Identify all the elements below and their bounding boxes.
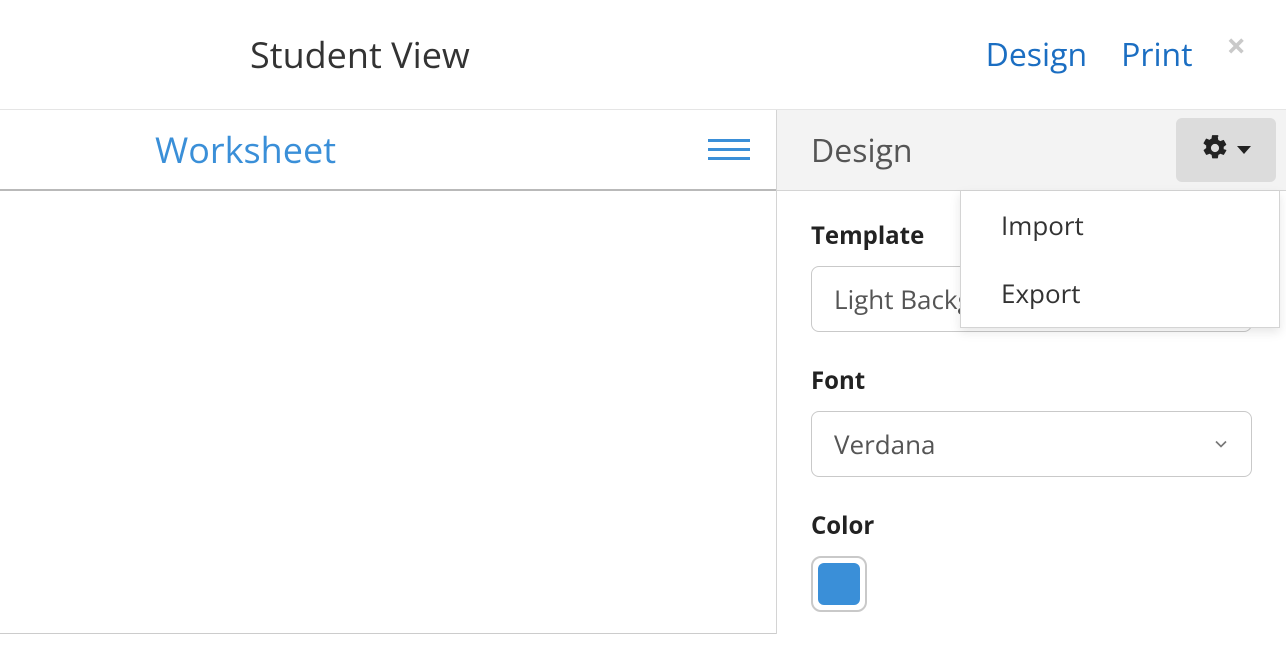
- close-icon[interactable]: ×: [1227, 28, 1246, 62]
- color-field: Color: [811, 509, 1252, 612]
- font-select[interactable]: Verdana: [811, 411, 1252, 477]
- design-panel: Design Import Export Template Light Back…: [776, 110, 1286, 634]
- panel-header: Design: [777, 110, 1286, 191]
- page-title: Student View: [250, 30, 470, 79]
- left-pane: Worksheet: [0, 110, 776, 634]
- print-link[interactable]: Print: [1121, 33, 1192, 76]
- top-actions: Design Print ×: [986, 33, 1246, 76]
- menu-icon[interactable]: [702, 133, 756, 166]
- caret-down-icon: [1237, 146, 1251, 154]
- font-label: Font: [811, 364, 1252, 397]
- worksheet-title[interactable]: Worksheet: [155, 125, 336, 174]
- color-swatch: [818, 563, 860, 605]
- color-label: Color: [811, 509, 1252, 542]
- dropdown-item-export[interactable]: Export: [961, 259, 1279, 327]
- gear-button[interactable]: [1176, 118, 1276, 182]
- gear-icon: [1201, 134, 1229, 167]
- gear-dropdown: Import Export: [960, 191, 1280, 328]
- top-bar: Student View Design Print ×: [0, 0, 1286, 110]
- color-picker[interactable]: [811, 556, 867, 612]
- chevron-down-icon: [1211, 426, 1231, 462]
- design-link[interactable]: Design: [986, 33, 1088, 76]
- font-value: Verdana: [834, 426, 935, 462]
- panel-title: Design: [811, 129, 913, 172]
- content-area: Worksheet Design Import Export Template: [0, 110, 1286, 634]
- worksheet-bar: Worksheet: [0, 110, 776, 191]
- dropdown-item-import[interactable]: Import: [961, 191, 1279, 259]
- font-field: Font Verdana: [811, 364, 1252, 477]
